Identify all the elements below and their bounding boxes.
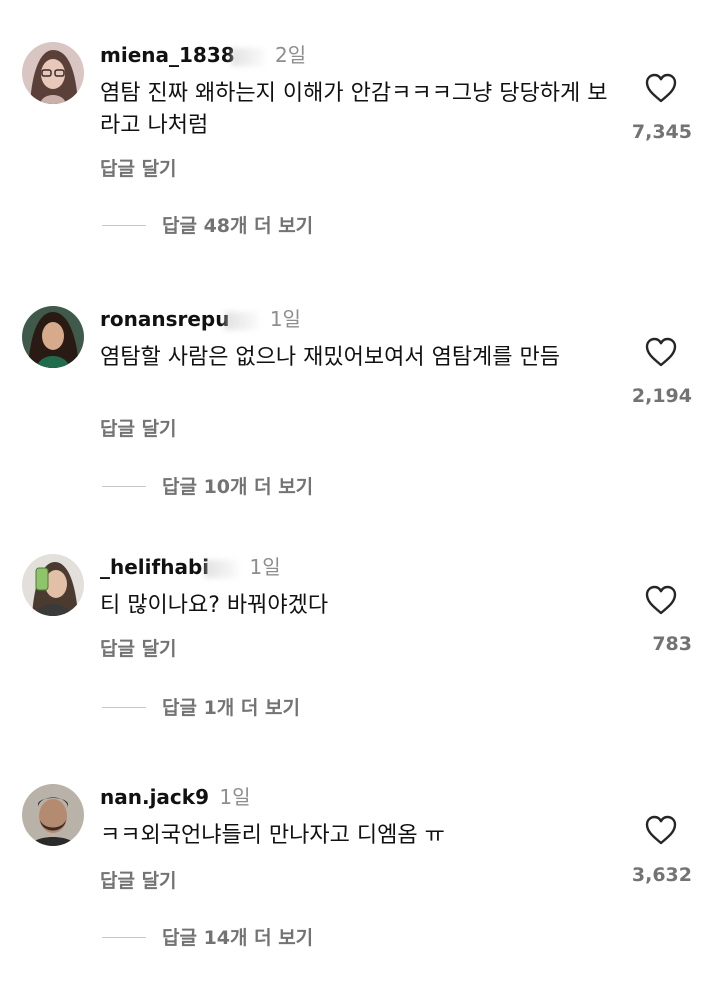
- timestamp: 1일: [269, 307, 301, 331]
- comment-text: 염탐 진짜 왜하는지 이해가 안감ㅋㅋㅋ그냥 당당하게 보라고 나처럼: [100, 81, 608, 138]
- avatar[interactable]: [22, 306, 84, 368]
- heart-icon[interactable]: [644, 72, 678, 104]
- username-line: _helifhabi 1일: [100, 554, 281, 580]
- username[interactable]: miena_1838: [100, 43, 235, 67]
- view-replies-button[interactable]: 답글 10개 더 보기: [102, 473, 313, 499]
- like-count: 7,345: [631, 121, 692, 143]
- redaction-blur: [230, 47, 265, 66]
- view-replies-label: 답글 14개 더 보기: [162, 926, 314, 949]
- comment-text: 티 많이나요? 바꿔야겠다: [100, 593, 329, 618]
- reply-button[interactable]: 답글 달기: [100, 154, 177, 181]
- divider-line: [102, 937, 146, 938]
- view-replies-button[interactable]: 답글 1개 더 보기: [102, 694, 300, 720]
- reply-button[interactable]: 답글 달기: [100, 866, 177, 893]
- timestamp: 1일: [219, 785, 251, 809]
- divider-line: [102, 707, 146, 708]
- username[interactable]: nan.jack9: [100, 785, 209, 809]
- comment-text: ㅋㅋ외국언냐들리 만나자고 디엠옴 ㅠ: [100, 823, 445, 848]
- heart-icon[interactable]: [644, 336, 678, 368]
- avatar[interactable]: [22, 42, 84, 104]
- view-replies-label: 답글 1개 더 보기: [162, 696, 300, 719]
- like-count: 3,632: [631, 864, 692, 886]
- comment-text: 염탐할 사람은 없으나 재밌어보여서 염탐계를 만듬: [100, 345, 561, 370]
- avatar[interactable]: [22, 784, 84, 846]
- divider-line: [102, 486, 146, 487]
- divider-line: [102, 225, 146, 226]
- timestamp: 1일: [249, 555, 281, 579]
- like-count: 2,194: [631, 385, 692, 407]
- redaction-blur: [225, 311, 260, 330]
- username-line: ronansrepu 1일: [100, 306, 301, 332]
- view-replies-label: 답글 10개 더 보기: [162, 475, 314, 498]
- username-line: miena_1838 2일: [100, 42, 306, 68]
- heart-icon[interactable]: [644, 584, 678, 616]
- redaction-blur: [205, 559, 240, 578]
- username-line: nan.jack9 1일: [100, 784, 250, 810]
- timestamp: 2일: [275, 43, 307, 67]
- reply-button[interactable]: 답글 달기: [100, 634, 177, 661]
- username[interactable]: ronansrepu: [100, 307, 229, 331]
- like-count: 783: [652, 633, 692, 655]
- view-replies-button[interactable]: 답글 14개 더 보기: [102, 924, 313, 950]
- view-replies-label: 답글 48개 더 보기: [162, 214, 314, 237]
- view-replies-button[interactable]: 답글 48개 더 보기: [102, 212, 313, 238]
- heart-icon[interactable]: [644, 814, 678, 846]
- avatar[interactable]: [22, 554, 84, 616]
- username[interactable]: _helifhabi: [100, 555, 209, 579]
- reply-button[interactable]: 답글 달기: [100, 414, 177, 441]
